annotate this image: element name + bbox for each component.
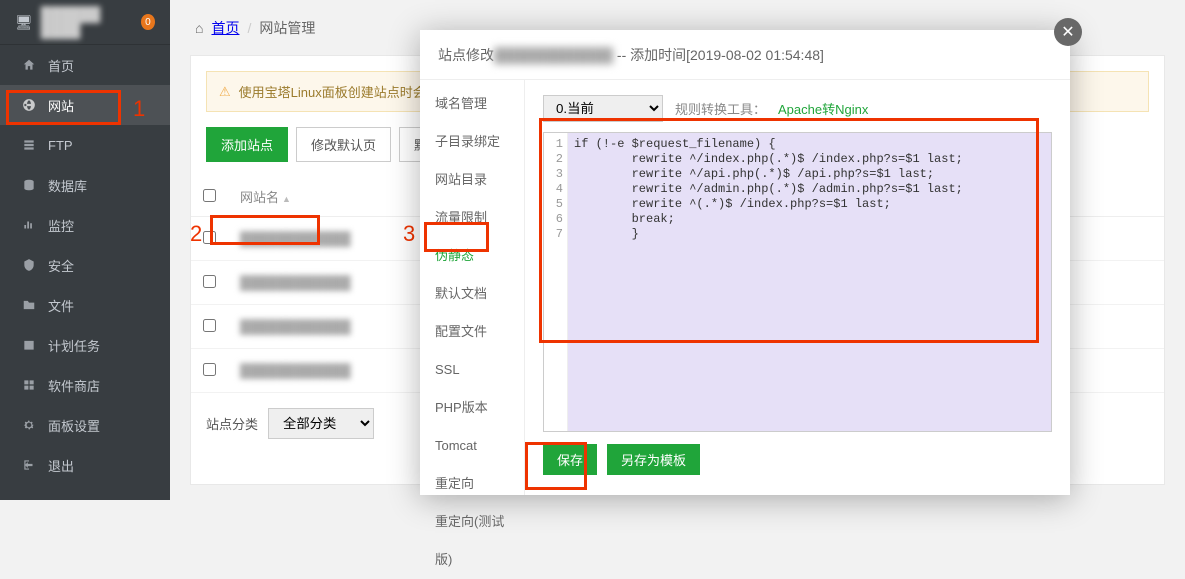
- modal-title: 站点修改████████████ -- 添加时间[2019-08-02 01:5…: [420, 30, 1070, 80]
- modal-sidebar-item[interactable]: 重定向(测试版): [420, 503, 524, 541]
- code-area[interactable]: if (!-e $request_filename) { rewrite ^/i…: [568, 133, 1051, 431]
- modal-sidebar-item[interactable]: 重定向: [420, 465, 524, 503]
- modal-sidebar-item[interactable]: 伪静态: [420, 237, 524, 275]
- modal-overlay: ✕ 站点修改████████████ -- 添加时间[2019-08-02 01…: [0, 0, 1185, 500]
- code-editor[interactable]: 1 2 3 4 5 6 7 if (!-e $request_filename)…: [543, 132, 1052, 432]
- modal-main: 0.当前 规则转换工具： Apache转Nginx 1 2 3 4 5 6 7 …: [525, 80, 1070, 495]
- save-template-button[interactable]: 另存为模板: [607, 444, 700, 475]
- modal-sidebar-item[interactable]: 网站目录: [420, 161, 524, 199]
- modal-sidebar-item[interactable]: SSL: [420, 351, 524, 389]
- modal-sidebar-item[interactable]: 子目录绑定: [420, 123, 524, 161]
- modal-buttons: 保存 另存为模板: [543, 444, 1052, 475]
- modal-sidebar-item[interactable]: PHP版本: [420, 389, 524, 427]
- modal-sidebar-item[interactable]: 配置文件: [420, 313, 524, 351]
- save-button[interactable]: 保存: [543, 444, 597, 475]
- close-button[interactable]: ✕: [1054, 18, 1082, 46]
- rewrite-select[interactable]: 0.当前: [543, 95, 663, 122]
- rule-convert-link[interactable]: Apache转Nginx: [778, 99, 868, 118]
- modal-sidebar-item[interactable]: 流量限制: [420, 199, 524, 237]
- line-gutter: 1 2 3 4 5 6 7: [544, 133, 568, 431]
- modal-controls: 0.当前 规则转换工具： Apache转Nginx: [543, 95, 1052, 122]
- site-edit-modal: ✕ 站点修改████████████ -- 添加时间[2019-08-02 01…: [420, 30, 1070, 495]
- modal-sidebar-item[interactable]: 域名管理: [420, 85, 524, 123]
- modal-sidebar-item[interactable]: Tomcat: [420, 427, 524, 465]
- modal-sidebar-item[interactable]: 默认文档: [420, 275, 524, 313]
- modal-sidebar: 域名管理子目录绑定网站目录流量限制伪静态默认文档配置文件SSLPHP版本Tomc…: [420, 80, 525, 495]
- rule-label: 规则转换工具：: [675, 99, 766, 118]
